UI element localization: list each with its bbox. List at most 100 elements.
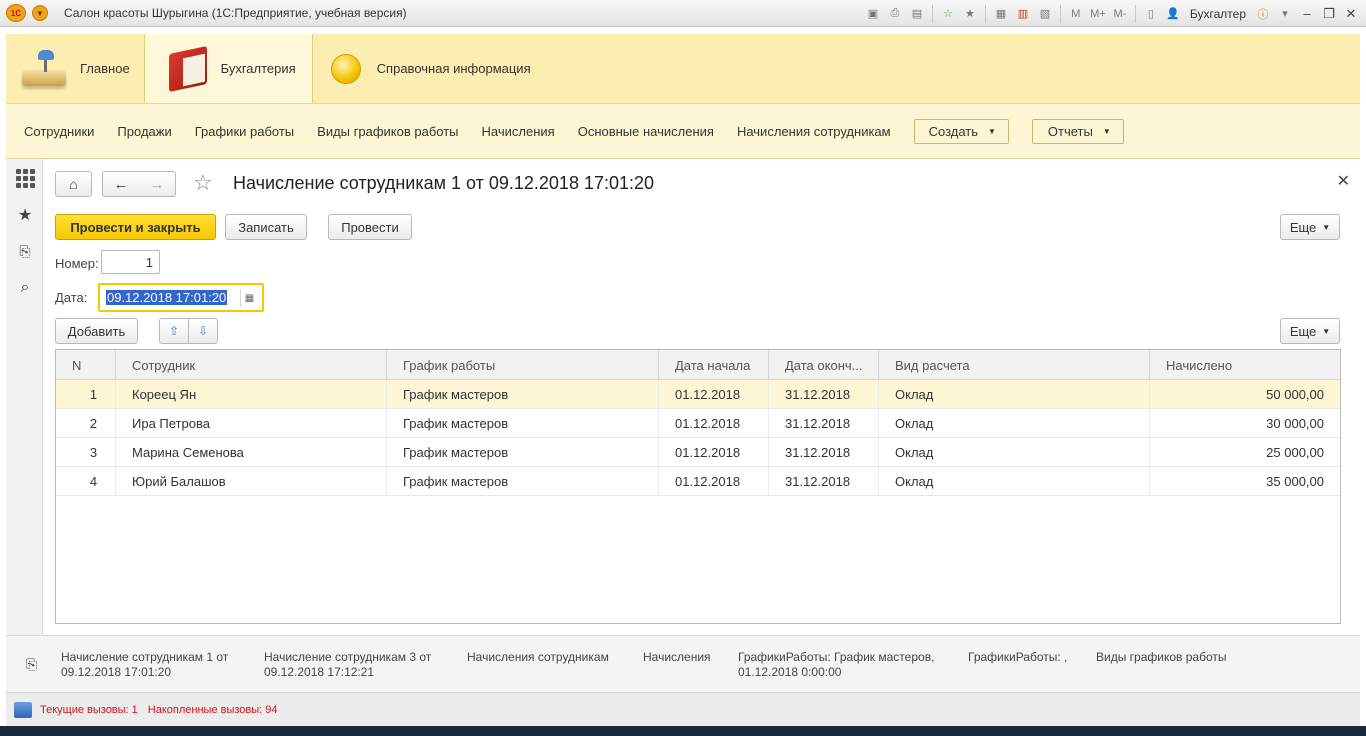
open-window-item[interactable]: Начисление сотрудникам 3 от 09.12.2018 1…	[264, 650, 431, 680]
cell-employee[interactable]: Ира Петрова	[116, 409, 387, 437]
cell-calc-type[interactable]: Оклад	[879, 380, 1150, 408]
save-button[interactable]: Записать	[225, 214, 307, 240]
cell-employee[interactable]: Марина Семенова	[116, 438, 387, 466]
add-row-button[interactable]: Добавить	[55, 318, 138, 344]
number-value: 1	[145, 254, 153, 270]
cell-end-date[interactable]: 31.12.2018	[769, 467, 879, 495]
cell-amount[interactable]: 25 000,00	[1150, 438, 1340, 466]
doc-icon[interactable]: ▧	[1036, 5, 1054, 23]
memory-minus-button[interactable]: M-	[1111, 5, 1129, 23]
forward-arrow-icon[interactable]: →	[150, 176, 165, 193]
nav-link-schedule-types[interactable]: Виды графиков работы	[317, 124, 458, 139]
cell-start-date[interactable]: 01.12.2018	[659, 467, 769, 495]
open-window-item[interactable]: Начисления сотрудникам	[467, 650, 609, 665]
column-header-calc-type[interactable]: Вид расчета	[879, 350, 1150, 380]
memory-m-button[interactable]: M	[1067, 5, 1085, 23]
cell-schedule[interactable]: График мастеров	[387, 409, 659, 437]
cell-amount[interactable]: 50 000,00	[1150, 380, 1340, 408]
panel-layout-icon[interactable]: ▯	[1142, 5, 1160, 23]
cell-calc-type[interactable]: Оклад	[879, 438, 1150, 466]
1c-logo-icon[interactable]: 1C	[6, 4, 26, 22]
back-arrow-icon[interactable]: ←	[114, 176, 129, 193]
column-header-schedule[interactable]: График работы	[387, 350, 659, 380]
nav-link-schedules[interactable]: Графики работы	[195, 124, 294, 139]
calendar-icon[interactable]: ▥	[1014, 5, 1032, 23]
section-accounting[interactable]: Бухгалтерия	[143, 34, 313, 103]
reports-dropdown-button[interactable]: Отчеты ▼	[1031, 118, 1124, 144]
section-main[interactable]: Главное	[6, 34, 144, 103]
column-header-employee[interactable]: Сотрудник	[116, 350, 387, 380]
favorite-star-icon[interactable]: ☆	[193, 170, 213, 196]
cell-amount[interactable]: 35 000,00	[1150, 467, 1340, 495]
open-window-item[interactable]: Начисление сотрудникам 1 от 09.12.2018 1…	[61, 650, 228, 680]
favorites-icon[interactable]: ★	[961, 5, 979, 23]
date-field[interactable]: 09.12.2018 17:01:20 ▦	[98, 283, 264, 312]
nav-link-accruals[interactable]: Начисления	[482, 124, 555, 139]
nav-link-employee-accruals[interactable]: Начисления сотрудникам	[737, 124, 891, 139]
cell-start-date[interactable]: 01.12.2018	[659, 409, 769, 437]
table-more-button[interactable]: Еще ▼	[1280, 318, 1340, 344]
post-button[interactable]: Провести	[328, 214, 412, 240]
favorites-star-icon[interactable]: ★	[15, 205, 35, 225]
nav-link-sales[interactable]: Продажи	[117, 124, 171, 139]
restore-icon[interactable]: ❐	[1320, 5, 1338, 23]
cell-start-date[interactable]: 01.12.2018	[659, 438, 769, 466]
save-icon[interactable]: ▣	[864, 5, 882, 23]
nav-link-employees[interactable]: Сотрудники	[24, 124, 94, 139]
open-window-item[interactable]: ГрафикиРаботы: График мастеров, 01.12.20…	[738, 650, 934, 680]
minimize-icon[interactable]: –	[1298, 5, 1316, 23]
windows-history-icon[interactable]: ⎘	[26, 656, 37, 673]
cell-start-date[interactable]: 01.12.2018	[659, 380, 769, 408]
open-window-item[interactable]: Начисления	[643, 650, 711, 665]
cell-amount[interactable]: 30 000,00	[1150, 409, 1340, 437]
print-icon[interactable]: ⎙	[886, 5, 904, 23]
open-window-item[interactable]: ГрафикиРаботы: ,	[968, 650, 1067, 665]
cell-end-date[interactable]: 31.12.2018	[769, 380, 879, 408]
close-window-icon[interactable]: ✕	[1342, 5, 1360, 23]
all-functions-icon[interactable]	[15, 168, 35, 188]
cell-schedule[interactable]: График мастеров	[387, 438, 659, 466]
move-down-button[interactable]: ⇩	[188, 318, 218, 344]
current-user[interactable]: Бухгалтер	[1190, 7, 1246, 21]
info-dropdown-icon[interactable]: ▾	[1276, 5, 1294, 23]
create-dropdown-button[interactable]: Создать ▼	[913, 118, 1009, 144]
memory-plus-button[interactable]: M+	[1089, 5, 1107, 23]
open-window-item[interactable]: Виды графиков работы	[1096, 650, 1227, 665]
cell-end-date[interactable]: 31.12.2018	[769, 438, 879, 466]
column-header-end-date[interactable]: Дата оконч...	[769, 350, 879, 380]
move-up-button[interactable]: ⇧	[159, 318, 189, 344]
table-row[interactable]: 1 Кореец Ян График мастеров 01.12.2018 3…	[56, 380, 1340, 409]
column-header-start-date[interactable]: Дата начала	[659, 350, 769, 380]
performance-monitor-icon[interactable]	[14, 701, 32, 718]
column-header-amount[interactable]: Начислено	[1150, 350, 1340, 380]
number-field[interactable]: 1	[101, 250, 160, 274]
add-favorite-icon[interactable]: ☆	[939, 5, 957, 23]
cell-employee[interactable]: Кореец Ян	[116, 380, 387, 408]
column-header-n[interactable]: N	[56, 350, 116, 380]
info-icon[interactable]: ⓘ	[1254, 5, 1272, 23]
table-row[interactable]: 4 Юрий Балашов График мастеров 01.12.201…	[56, 467, 1340, 496]
more-actions-button[interactable]: Еще ▼	[1280, 214, 1340, 240]
cell-n: 4	[56, 467, 116, 495]
cell-calc-type[interactable]: Оклад	[879, 409, 1150, 437]
close-form-icon[interactable]: ✕	[1337, 171, 1350, 191]
preview-icon[interactable]: ▤	[908, 5, 926, 23]
main-menu-icon[interactable]: ▼	[32, 5, 48, 21]
cell-calc-type[interactable]: Оклад	[879, 467, 1150, 495]
cell-employee[interactable]: Юрий Балашов	[116, 467, 387, 495]
nav-link-main-accruals[interactable]: Основные начисления	[578, 124, 714, 139]
calculator-icon[interactable]: ▦	[992, 5, 1010, 23]
section-reference[interactable]: Справочная информация	[313, 34, 547, 103]
section-label: Главное	[80, 61, 130, 76]
table-row[interactable]: 2 Ира Петрова График мастеров 01.12.2018…	[56, 409, 1340, 438]
cell-schedule[interactable]: График мастеров	[387, 380, 659, 408]
post-and-close-button[interactable]: Провести и закрыть	[55, 214, 216, 240]
cell-schedule[interactable]: График мастеров	[387, 467, 659, 495]
calendar-picker-icon[interactable]: ▦	[240, 289, 258, 307]
cell-end-date[interactable]: 31.12.2018	[769, 409, 879, 437]
home-button[interactable]: ⌂	[55, 171, 92, 197]
table-row[interactable]: 3 Марина Семенова График мастеров 01.12.…	[56, 438, 1340, 467]
search-icon[interactable]: ⌕	[15, 278, 35, 298]
chevron-down-icon: ▼	[988, 126, 996, 136]
history-icon[interactable]: ⎘	[15, 241, 35, 261]
